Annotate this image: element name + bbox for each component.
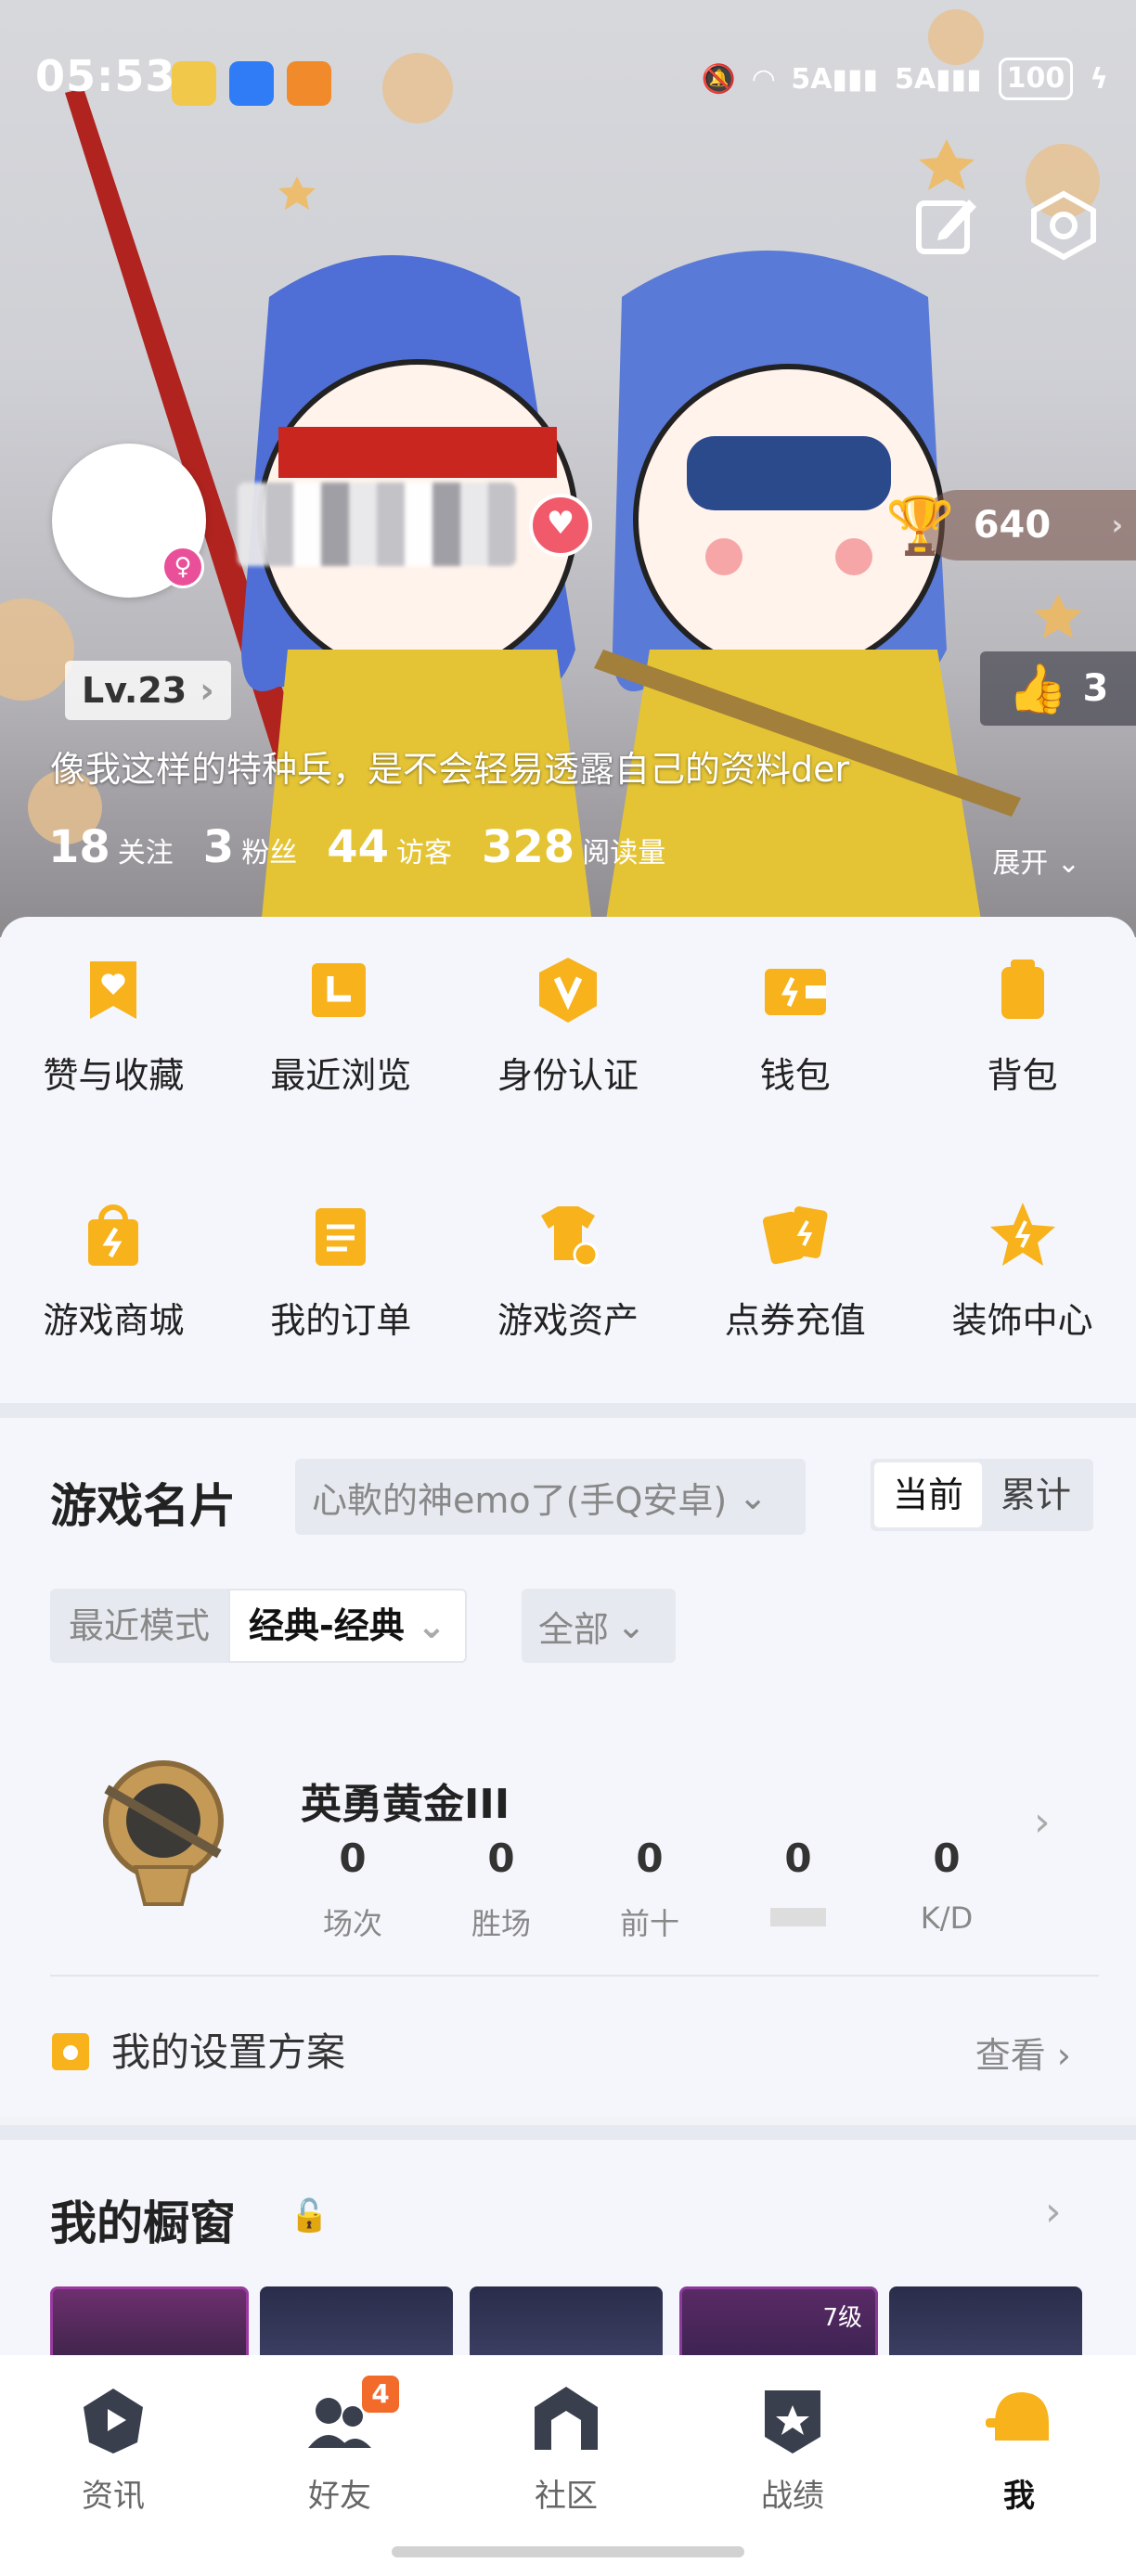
status-bar: 05:53 🔕 ◠ 5A▮▮▮ 5A▮▮▮ 100 ϟ — [0, 0, 1136, 167]
filter-all-dropdown[interactable]: 全部 ⌄ — [522, 1589, 676, 1663]
time-range-toggle: 当前 累计 — [871, 1459, 1094, 1531]
section-divider — [0, 1403, 1136, 1418]
battery-icon: 100 — [998, 58, 1074, 100]
settings-hexagon-icon[interactable] — [1028, 190, 1099, 261]
chat-bubble-icon — [229, 61, 274, 106]
level-badge: 7级 — [822, 2304, 862, 2332]
app-notify-icon-1 — [172, 61, 216, 106]
community-house-icon — [535, 2387, 598, 2450]
tab-community[interactable]: 社区 — [453, 2383, 679, 2516]
bio-text: 像我这样的特种兵，是不会轻易透露自己的资料der — [50, 749, 850, 790]
grid-item-verify[interactable]: 身份认证 — [455, 954, 682, 1199]
view-settings-link[interactable]: 查看 › — [975, 2027, 1071, 2078]
trophy-score[interactable]: 🏆 640 › — [885, 490, 1136, 560]
stat-visitors[interactable]: 44 访客 — [327, 821, 452, 873]
showcase-item[interactable] — [260, 2286, 453, 2361]
home-indicator[interactable] — [392, 2546, 744, 2557]
app-notify-icon-2 — [287, 61, 331, 106]
rank-gold-emblem-icon — [103, 1760, 224, 1906]
order-clipboard-icon — [316, 1208, 367, 1266]
heart-bookmark-icon — [90, 961, 137, 1019]
tab-friends[interactable]: 4 好友 — [226, 2376, 453, 2516]
rank-name: 英勇黄金III — [301, 1781, 510, 1828]
edit-icon[interactable] — [911, 190, 982, 261]
showcase-item[interactable] — [470, 2286, 663, 2361]
chevron-right-icon[interactable]: › — [1034, 1798, 1051, 1846]
female-gender-icon: ♀ — [161, 546, 204, 588]
chevron-right-icon[interactable]: › — [1045, 2188, 1062, 2235]
level-badge[interactable]: Lv.23 › — [65, 661, 231, 720]
game-card-section: 游戏名片 心軟的神emo了(手Q安卓) ⌄ 当前 累计 最近模式 经典-经典 ⌄… — [0, 1418, 1136, 2118]
tab-current[interactable]: 当前 — [874, 1462, 983, 1527]
stat-followers[interactable]: 3 粉丝 — [203, 821, 297, 873]
game-card-title: 游戏名片 — [50, 1479, 236, 1533]
account-selector[interactable]: 心軟的神emo了(手Q安卓) ⌄ — [295, 1459, 806, 1535]
bottom-tab-bar: 资讯 4 好友 社区 战绩 我 — [0, 2355, 1136, 2576]
shop-bag-icon — [88, 1204, 139, 1266]
signal-icon-2: 5A▮▮▮ — [894, 62, 982, 96]
cards-recharge-icon — [762, 1206, 828, 1265]
avatar[interactable]: ♀ — [52, 444, 206, 598]
showcase-title: 我的橱窗 — [50, 2196, 236, 2250]
settings-plan-row[interactable]: 我的设置方案 — [50, 2021, 345, 2078]
expand-button[interactable]: 展开 ⌄ — [992, 840, 1080, 881]
trophy-icon: 🏆 — [885, 493, 955, 559]
chevron-down-icon: ⌄ — [417, 1605, 446, 1646]
me-helmet-icon — [986, 2392, 1049, 2441]
recent-icon — [312, 963, 367, 1017]
news-play-icon — [84, 2389, 143, 2454]
chevron-down-icon: ⌄ — [616, 1605, 646, 1646]
tab-news[interactable]: 资讯 — [0, 2383, 226, 2516]
feature-grid: 赞与收藏 最近浏览 身份认证 钱包 背包 游戏商城 我的订单 游戏资产 点券充值… — [0, 917, 1136, 1444]
chevron-right-icon: › — [200, 670, 214, 711]
heart-badge-icon[interactable]: ♥ — [529, 494, 592, 557]
grid-item-likes-favorites[interactable]: 赞与收藏 — [0, 954, 227, 1199]
tab-cumulative[interactable]: 累计 — [982, 1462, 1090, 1527]
tab-me[interactable]: 我 — [906, 2383, 1132, 2516]
lock-icon: 🔓 — [290, 2197, 329, 2235]
clipboard-gear-icon — [52, 2032, 89, 2070]
star-decor-icon — [989, 1203, 1055, 1266]
wifi-icon: ◠ — [753, 62, 775, 96]
charging-icon: ϟ — [1090, 62, 1108, 96]
profile-stats: 18 关注 3 粉丝 44 访客 328 阅读量 — [48, 821, 665, 873]
blurred-label — [770, 1908, 826, 1926]
nickname-blurred — [238, 483, 516, 566]
shirt-coins-icon — [540, 1206, 599, 1268]
chevron-down-icon: ⌄ — [738, 1476, 768, 1517]
showcase-item[interactable] — [889, 2286, 1082, 2361]
record-shield-icon — [765, 2390, 820, 2454]
thumbs-up-icon: 👍 — [1007, 661, 1068, 717]
stat-following[interactable]: 18 关注 — [48, 821, 174, 873]
verified-icon — [538, 958, 597, 1023]
wallet-icon — [764, 969, 826, 1015]
menu-card: 赞与收藏 最近浏览 身份认证 钱包 背包 游戏商城 我的订单 游戏资产 点券充值… — [0, 917, 1136, 1444]
chevron-right-icon: › — [1111, 509, 1123, 542]
mute-bell-icon: 🔕 — [701, 62, 737, 96]
section-divider — [0, 2125, 1136, 2140]
profile-header: 05:53 🔕 ◠ 5A▮▮▮ 5A▮▮▮ 100 ϟ ♀ ♥ 🏆 640 › … — [0, 0, 1136, 937]
grid-item-wallet[interactable]: 钱包 — [681, 954, 909, 1199]
signal-icon-1: 5A▮▮▮ — [791, 62, 878, 96]
rank-stats: 0 场次 0 胜场 0 前十 0 0 K/D — [322, 1835, 974, 1941]
backpack-icon — [1000, 960, 1044, 1019]
tab-records[interactable]: 战绩 — [679, 2383, 906, 2516]
stat-reads[interactable]: 328 阅读量 — [482, 821, 665, 873]
chevron-right-icon: › — [1056, 2035, 1071, 2076]
clock: 05:53 — [35, 51, 176, 101]
likes-counter[interactable]: 👍 3 — [980, 651, 1136, 726]
grid-item-recent[interactable]: 最近浏览 — [227, 954, 455, 1199]
mode-selector[interactable]: 最近模式 经典-经典 ⌄ — [50, 1589, 467, 1663]
grid-item-backpack[interactable]: 背包 — [909, 954, 1136, 1199]
friends-badge: 4 — [362, 2376, 399, 2413]
